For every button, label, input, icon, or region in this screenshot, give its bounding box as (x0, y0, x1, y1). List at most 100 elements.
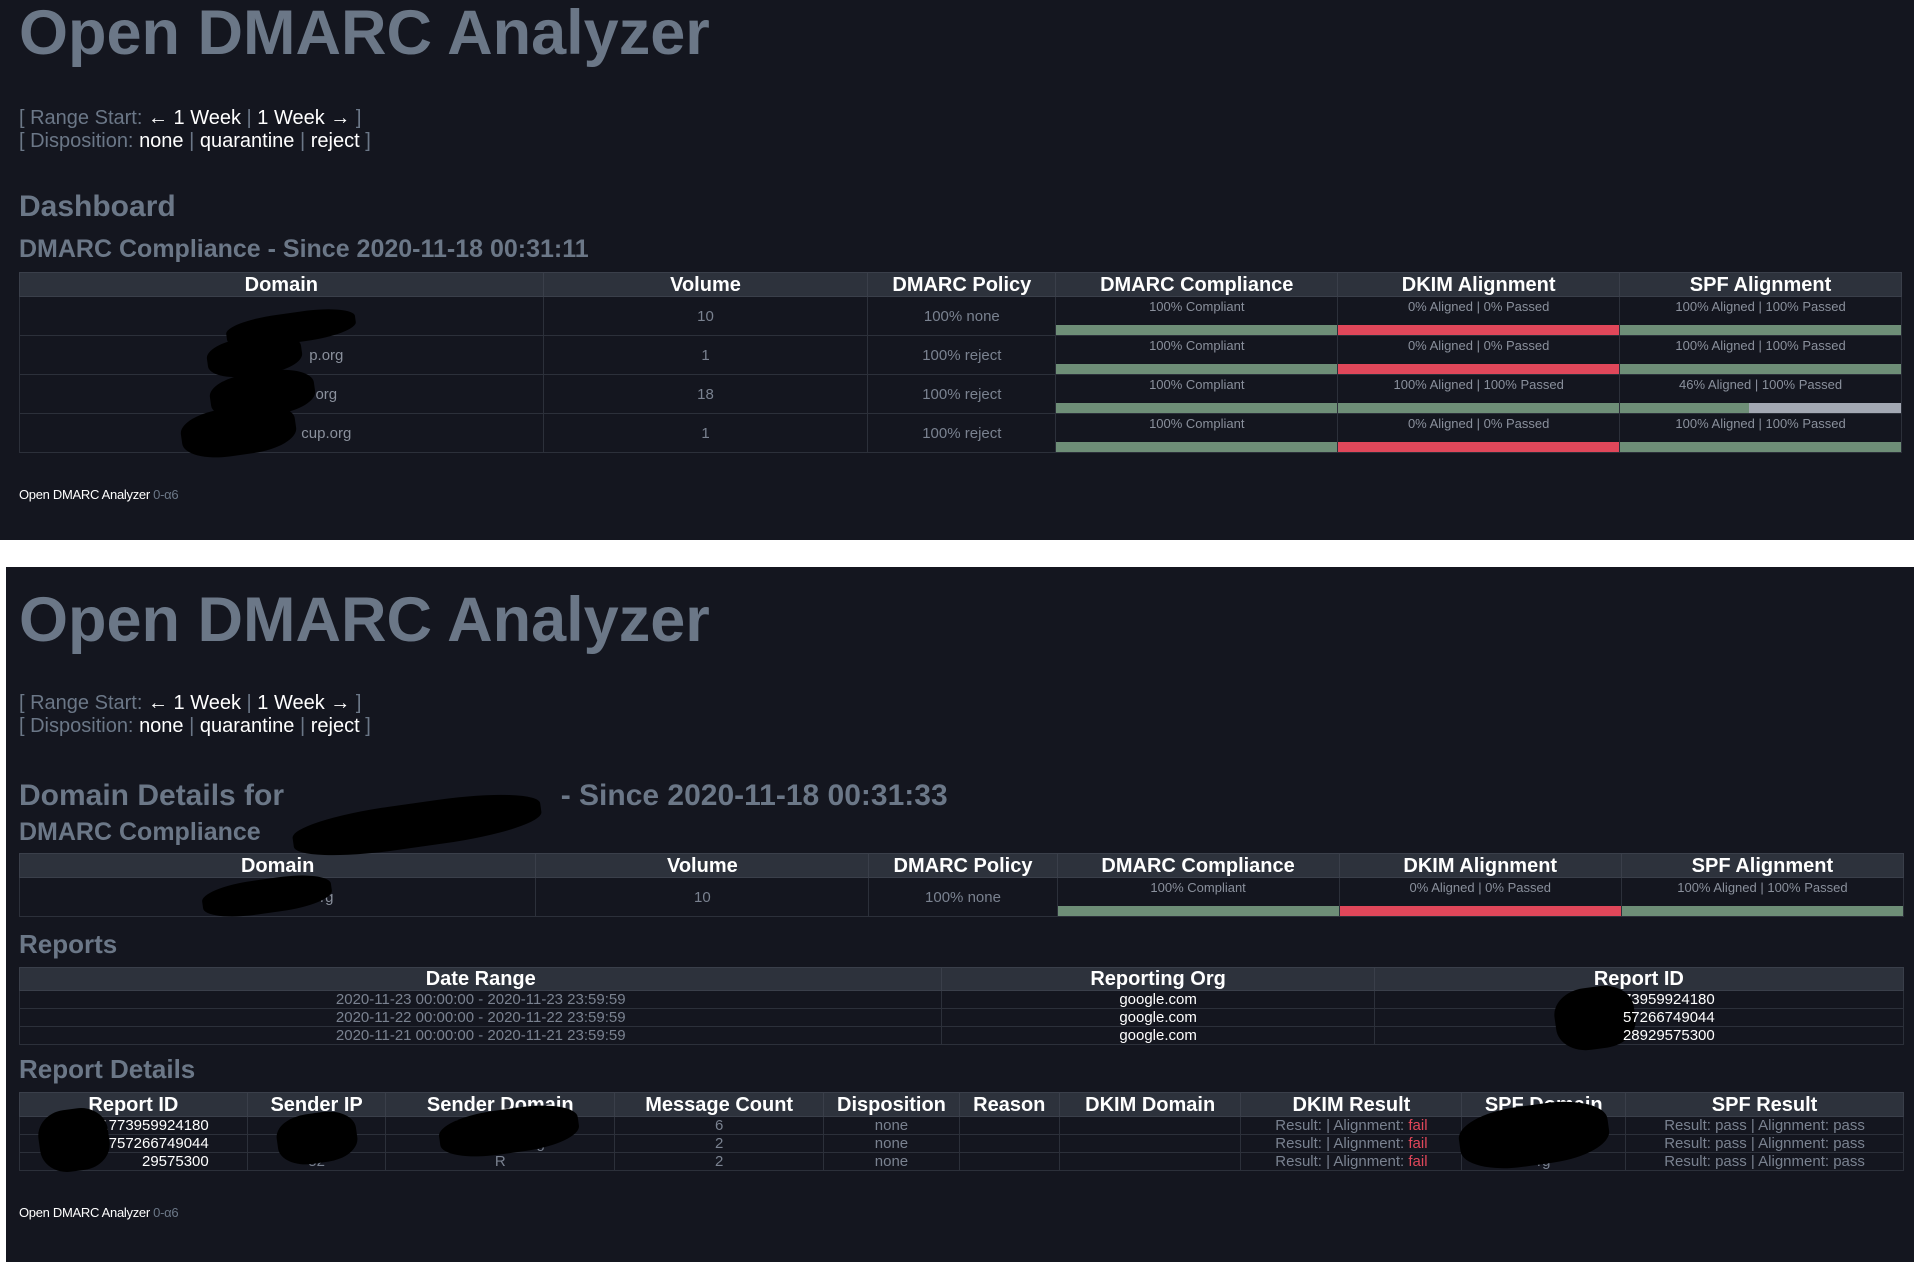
message-count-cell: 2 (614, 1152, 825, 1171)
spf-result-cell: Result: pass | Alignment: pass (1625, 1116, 1904, 1135)
column-header[interactable]: SPF Alignment (1620, 853, 1905, 878)
footer-app-name: Open DMARC Analyzer (19, 1205, 150, 1220)
dkim-result-text: Result: | Alignment: (1275, 1152, 1409, 1170)
range-forward-link[interactable]: 1 Week → (257, 692, 350, 714)
column-header[interactable]: DMARC Compliance (1056, 853, 1340, 878)
date-range-cell: 2020-11-23 00:00:00 - 2020-11-23 23:59:5… (18, 990, 943, 1009)
compliance-cell: 100% Compliant (1055, 296, 1339, 336)
report-id-cell[interactable]: 28929575300 (1373, 1026, 1905, 1045)
dkim-alignment-cell-label: 0% Aligned | 0% Passed (1407, 299, 1550, 314)
dkim-alignment-cell-bar (1338, 364, 1620, 374)
footer-version: 0-α6 (153, 1205, 179, 1220)
column-header[interactable]: Date Range (18, 967, 943, 991)
disposition-label: [ Disposition: (19, 130, 140, 152)
column-header[interactable]: DKIM Alignment (1338, 853, 1622, 878)
dkim-alignment-cell: 0% Aligned | 0% Passed (1337, 335, 1621, 375)
volume-cell: 18 (542, 374, 869, 414)
table-row[interactable]: org 10100% none 100% Compliant 0% Aligned |… (18, 869, 1905, 922)
column-header[interactable]: Disposition (823, 1092, 960, 1117)
table-header-row: Report ID Sender IP Sender Domain Message C… (19, 1092, 1904, 1117)
column-header[interactable]: DKIM Alignment (1337, 272, 1621, 297)
range-forward-link[interactable]: 1 Week → (257, 107, 350, 129)
column-header[interactable]: DMARC Policy (868, 853, 1058, 878)
domain-cell[interactable] (19, 296, 544, 352)
table-row[interactable]: 2020-11-23 00:00:00 - 2020-11-23 23:59:5… (18, 981, 1905, 1055)
separator: | (189, 130, 195, 152)
nav-controls: [ Range Start: ← 1 Week | 1 Week → ] [ D… (19, 692, 1904, 738)
spf-alignment-cell-label: 46% Aligned | 100% Passed (1678, 377, 1843, 392)
spf-alignment-cell-label: 100% Aligned | 100% Passed (1675, 299, 1846, 314)
column-header[interactable]: Domain (19, 272, 544, 297)
column-header[interactable]: Reporting Org (941, 967, 1375, 991)
column-header[interactable]: Volume (535, 853, 870, 878)
table-row[interactable]: org 18 100% reject 100% Compliant 100% Align… (19, 364, 1902, 423)
domain-cell[interactable]: p.org (19, 330, 544, 381)
bracket: ] (365, 715, 371, 737)
column-header[interactable]: Volume (542, 272, 869, 297)
disposition-reject-link[interactable]: reject (311, 715, 360, 737)
compliance-cell: 100% Compliant (1055, 335, 1339, 375)
column-header[interactable]: DKIM Domain (1058, 1092, 1242, 1117)
report-id-text: 57266749044 (1622, 1008, 1715, 1026)
table-row[interactable]: cup.org 1 100% reject 100% Compliant 0% Alig… (19, 398, 1902, 463)
disposition-quarantine-link[interactable]: quarantine (200, 715, 295, 737)
disposition-none-link[interactable]: none (139, 715, 184, 737)
dkim-alignment-cell-label: 100% Aligned | 100% Passed (1393, 377, 1564, 392)
disposition-cell: none (823, 1152, 960, 1171)
volume-cell: 1 (542, 413, 869, 453)
spf-alignment-cell-bar-fill (1620, 325, 1901, 335)
table-row[interactable]: 2020-11-22 00:00:00 - 2020-11-22 23:59:5… (18, 1008, 1905, 1027)
disposition-none-link[interactable]: none (139, 130, 184, 152)
disposition-reject-link[interactable]: reject (311, 130, 360, 152)
redaction-mark (200, 869, 334, 922)
spf-alignment-cell-bar (1621, 906, 1903, 916)
range-back-link[interactable]: ← 1 Week (148, 107, 241, 129)
column-header[interactable]: Domain (18, 853, 537, 878)
dkim-result-cell: Result: | Alignment: fail (1240, 1134, 1463, 1153)
column-header[interactable]: Report ID (1373, 967, 1905, 991)
disposition-quarantine-link[interactable]: quarantine (200, 130, 295, 152)
table-row[interactable]: p.org 1 100% reject 100% Compliant 0% Aligne… (19, 330, 1902, 381)
dkim-alignment-cell: 0% Aligned | 0% Passed (1337, 296, 1621, 336)
domain-cell[interactable]: cup.org (19, 398, 544, 463)
domain-text: cup.org (301, 424, 352, 442)
spf-result-cell: Result: pass | Alignment: pass (1625, 1134, 1904, 1153)
report-details-heading: Report Details (19, 1054, 196, 1084)
spf-alignment-cell-label: 100% Aligned | 100% Passed (1675, 416, 1846, 431)
dashboard-heading: Dashboard (19, 190, 176, 223)
compliance-cell: 100% Compliant (1056, 877, 1340, 917)
compliance-cell-label: 100% Compliant (1149, 377, 1245, 392)
column-header[interactable]: DMARC Compliance (1055, 272, 1339, 297)
compliance-cell-bar (1056, 364, 1338, 374)
table-row[interactable]: 10 100% none 100% Compliant 0% Aligned | 0%… (19, 296, 1902, 352)
column-header[interactable]: SPF Alignment (1619, 272, 1902, 297)
spf-alignment-cell-bar (1620, 325, 1901, 335)
range-back-link[interactable]: ← 1 Week (148, 692, 241, 714)
details-title-suffix: - Since 2020-11-18 00:31:33 (552, 779, 948, 812)
disposition-cell: none (823, 1116, 960, 1135)
disposition-nav: [ Disposition: none | quarantine | rejec… (19, 130, 1902, 153)
domain-cell[interactable]: org (18, 869, 537, 922)
table-row[interactable]: 2020-11-21 00:00:00 - 2020-11-21 23:59:5… (18, 1026, 1905, 1045)
column-header[interactable]: Message Count (614, 1092, 825, 1117)
reporting-org-cell: google.com (941, 1008, 1375, 1027)
compliance-cell-bar (1056, 442, 1338, 452)
dkim-alignment-cell-label: 0% Aligned | 0% Passed (1407, 338, 1550, 353)
dkim-alignment-cell-bar (1338, 325, 1620, 335)
compliance-cell-label: 100% Compliant (1149, 416, 1245, 431)
column-header[interactable]: DKIM Result (1240, 1092, 1463, 1117)
domain-compliance-table: Domain Volume DMARC Policy DMARC Complia… (18, 853, 1905, 922)
column-header[interactable]: Reason (958, 1092, 1060, 1117)
column-header[interactable]: DMARC Policy (867, 272, 1057, 297)
report-id-cell[interactable]: 73959924180 (1373, 981, 1905, 1055)
column-header[interactable]: SPF Result (1625, 1092, 1904, 1117)
dkim-alignment-cell-bar (1338, 442, 1620, 452)
report-id-cell[interactable]: 57266749044 (1373, 1008, 1905, 1027)
spf-alignment-cell: 100% Aligned | 100% Passed (1619, 335, 1902, 375)
table-header-row: Domain Volume DMARC Policy DMARC Complia… (19, 272, 1902, 297)
compliance-cell: 100% Compliant (1055, 374, 1339, 414)
separator: | (189, 715, 195, 737)
details-title-prefix: Domain Details for (19, 779, 293, 812)
sender-domain-cell: R (385, 1152, 616, 1171)
spf-alignment-cell-label: 100% Aligned | 100% Passed (1675, 338, 1846, 353)
